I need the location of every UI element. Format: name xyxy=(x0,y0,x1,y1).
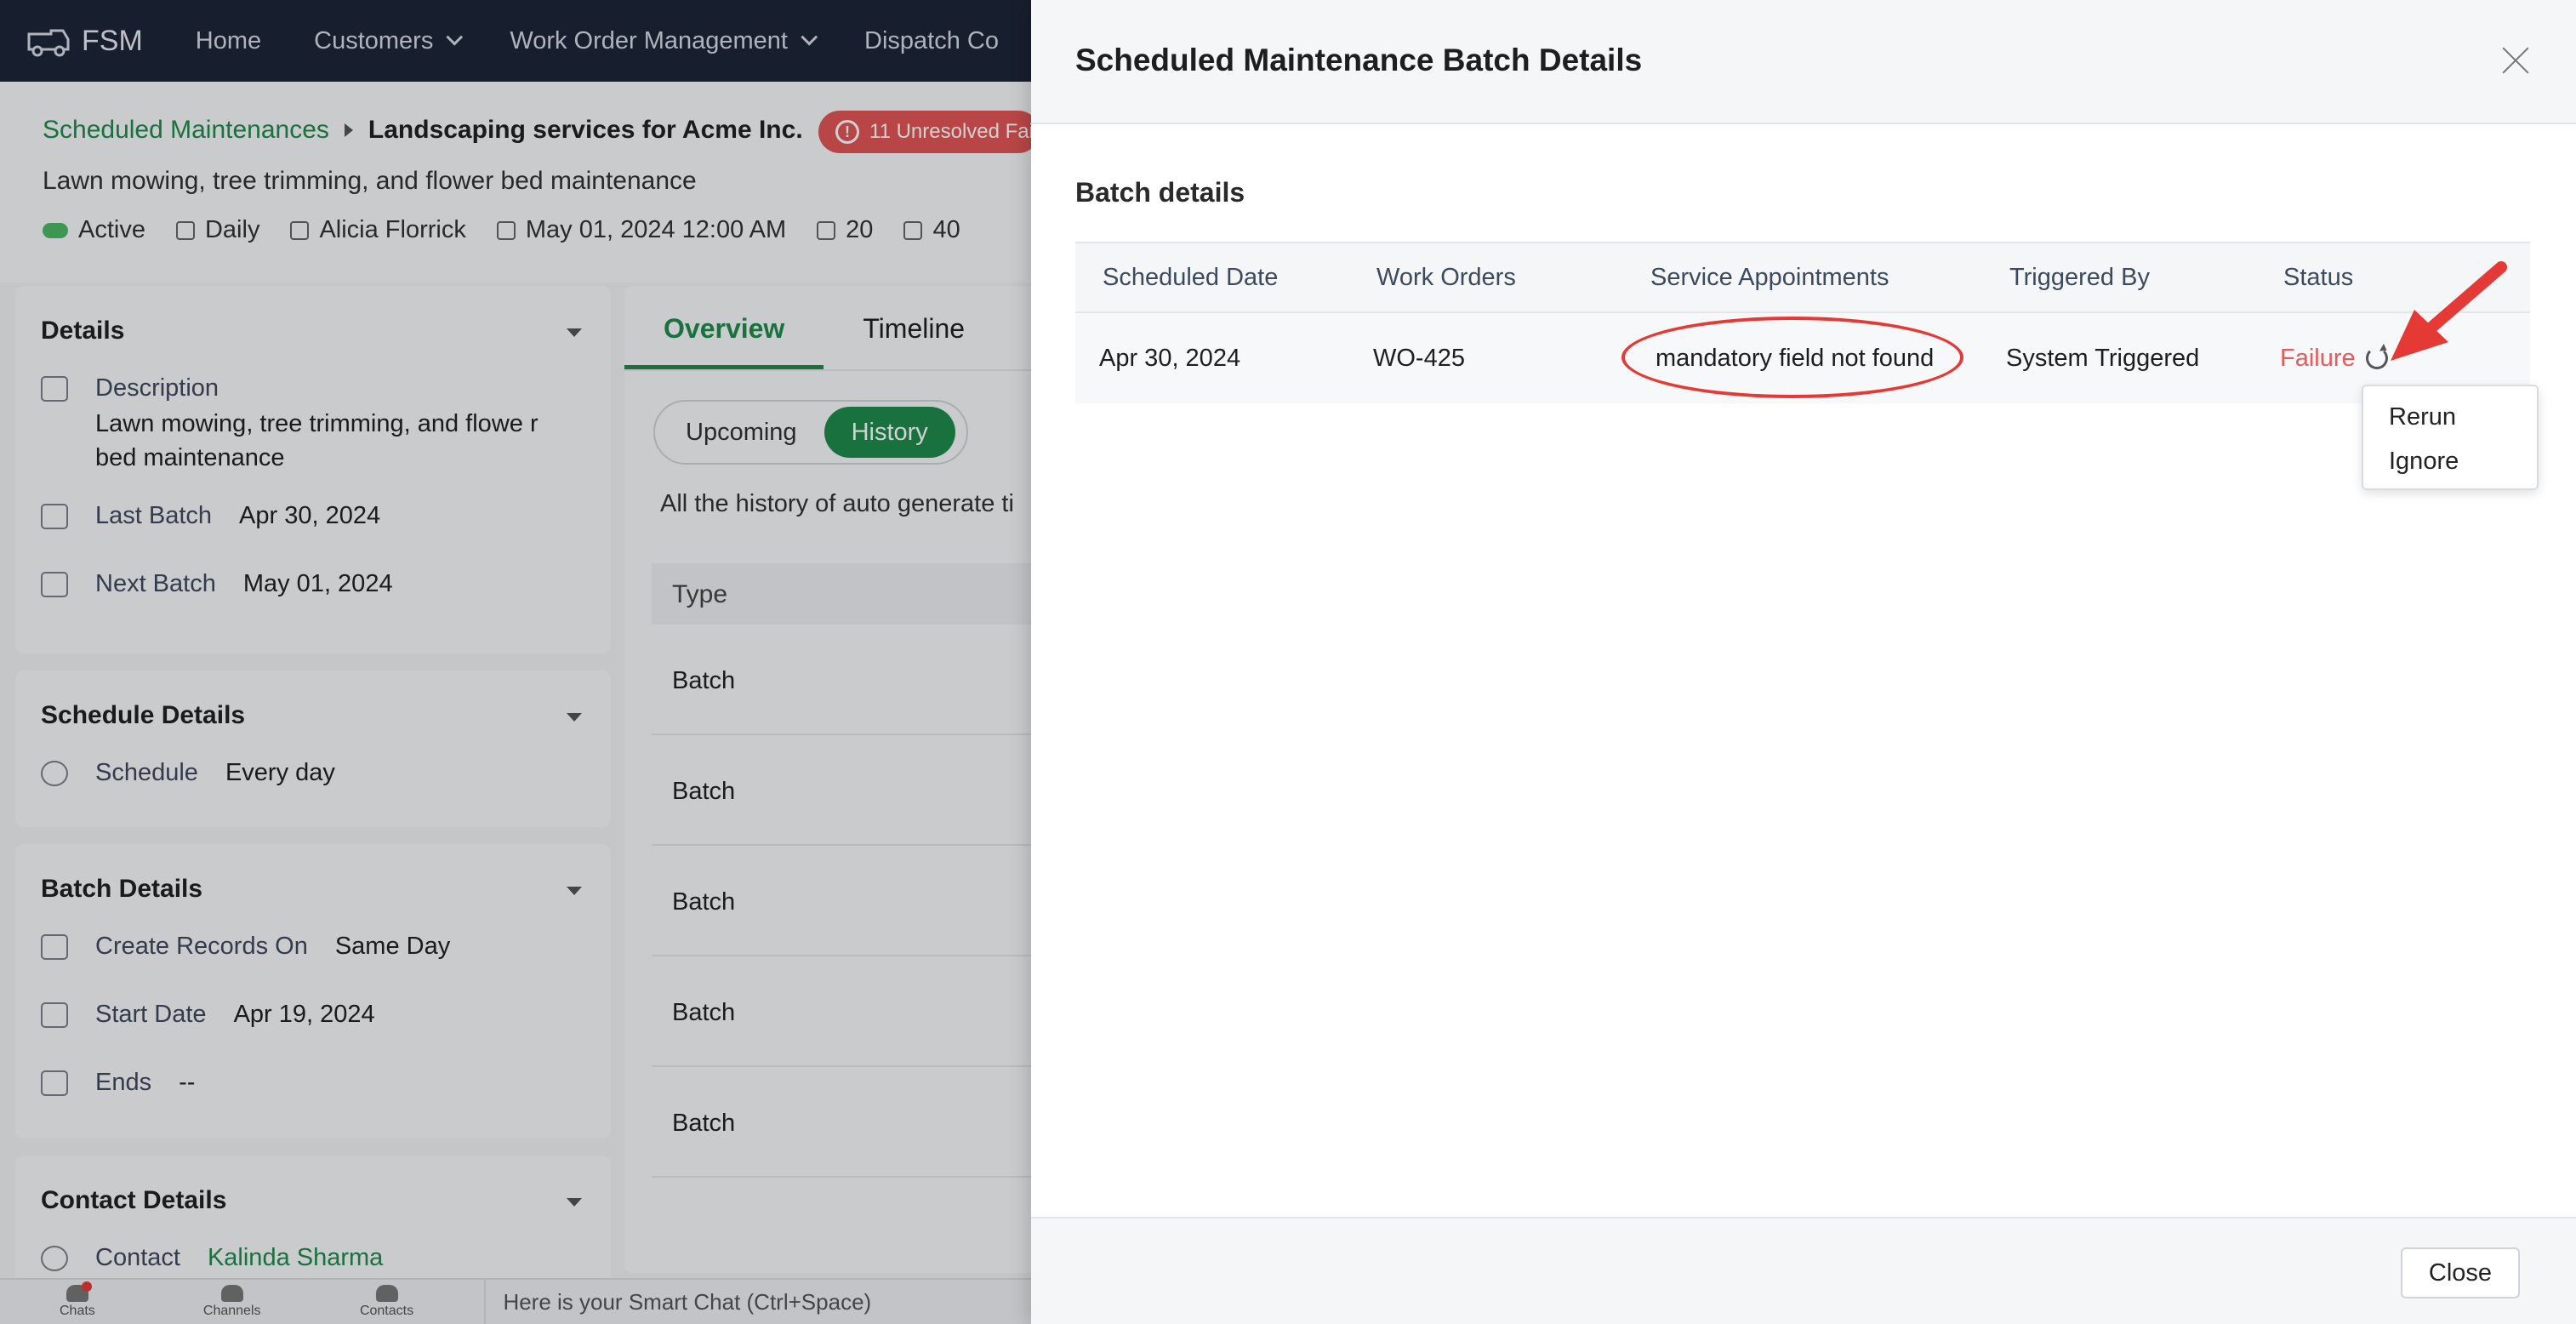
menu-item-ignore[interactable]: Ignore xyxy=(2363,441,2537,485)
section-title: Batch details xyxy=(1075,177,1245,208)
modal-backdrop[interactable] xyxy=(0,0,1031,1324)
status-action-menu: Rerun Ignore xyxy=(2362,385,2539,490)
close-button[interactable]: Close xyxy=(2401,1247,2520,1298)
col-work-orders: Work Orders xyxy=(1376,263,1516,291)
close-icon[interactable] xyxy=(2501,46,2530,75)
triggered-by-cell: System Triggered xyxy=(2006,344,2200,372)
annotation-arrow-icon xyxy=(2391,261,2507,361)
col-service-appointments: Service Appointments xyxy=(1650,263,1889,291)
work-order-link[interactable]: WO-425 xyxy=(1373,313,1465,403)
col-status: Status xyxy=(2283,263,2354,291)
batch-table-header: Scheduled Date Work Orders Service Appoi… xyxy=(1075,242,2530,313)
panel-footer: Close xyxy=(1031,1217,2576,1324)
col-scheduled-date: Scheduled Date xyxy=(1103,263,1279,291)
panel-title: Scheduled Maintenance Batch Details xyxy=(1075,43,1643,77)
menu-item-rerun[interactable]: Rerun xyxy=(2363,397,2537,441)
annotation-ellipse xyxy=(1621,317,1963,398)
scheduled-date-cell: Apr 30, 2024 xyxy=(1099,344,1241,372)
col-triggered-by: Triggered By xyxy=(2009,263,2150,291)
status-failure-label: Failure xyxy=(2280,344,2356,372)
batch-details-panel: Scheduled Maintenance Batch Details Batc… xyxy=(1031,0,2576,1324)
panel-header: Scheduled Maintenance Batch Details xyxy=(1031,0,2576,124)
